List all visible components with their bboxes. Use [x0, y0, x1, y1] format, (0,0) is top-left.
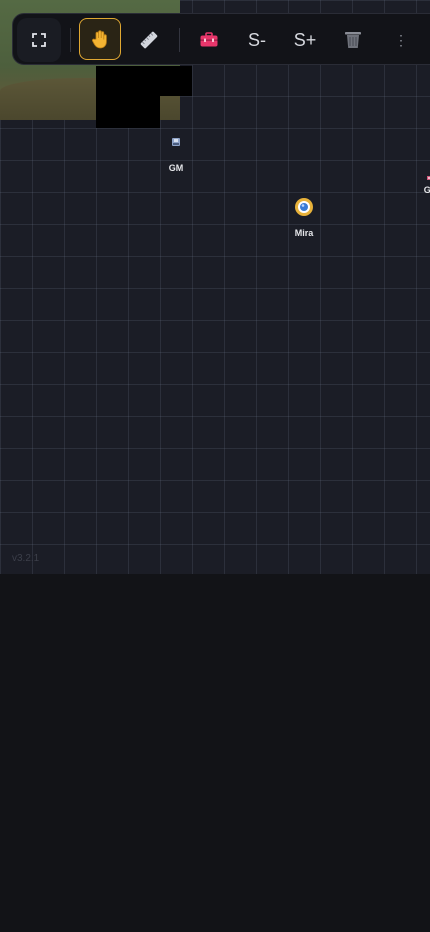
fullscreen-button[interactable] [17, 18, 61, 62]
hand-icon [91, 29, 109, 49]
fog-of-war [96, 66, 192, 96]
trash-icon [344, 30, 362, 50]
token-mira[interactable]: Mira [288, 197, 320, 238]
toolbox-icon [199, 31, 219, 49]
map-canvas[interactable]: GM Mira Go v3.2.1 [0, 0, 430, 574]
token-gm[interactable]: GM [160, 135, 192, 173]
trash-button[interactable] [331, 18, 375, 62]
token-label: Mira [294, 228, 314, 238]
size-down-button[interactable]: S- [235, 18, 279, 62]
go-token-icon [426, 169, 430, 187]
toolbar: S- S+ ⋮ [12, 13, 430, 65]
ruler-icon [139, 30, 159, 50]
toolbar-divider [70, 28, 71, 52]
fog-of-war [96, 96, 160, 128]
toolbox-button[interactable] [187, 18, 231, 62]
toolbar-divider [179, 28, 180, 52]
size-up-button[interactable]: S+ [283, 18, 327, 62]
fullscreen-icon [32, 33, 46, 47]
token-label: GM [168, 163, 184, 173]
token-go[interactable]: Go [410, 165, 430, 195]
version-label: v3.2.1 [12, 553, 40, 564]
mira-token-icon [294, 197, 314, 222]
more-options-button[interactable]: ⋮ [379, 18, 423, 62]
gm-token-icon [170, 135, 182, 153]
ruler-tool-button[interactable] [127, 18, 171, 62]
hand-tool-button[interactable] [79, 18, 121, 60]
